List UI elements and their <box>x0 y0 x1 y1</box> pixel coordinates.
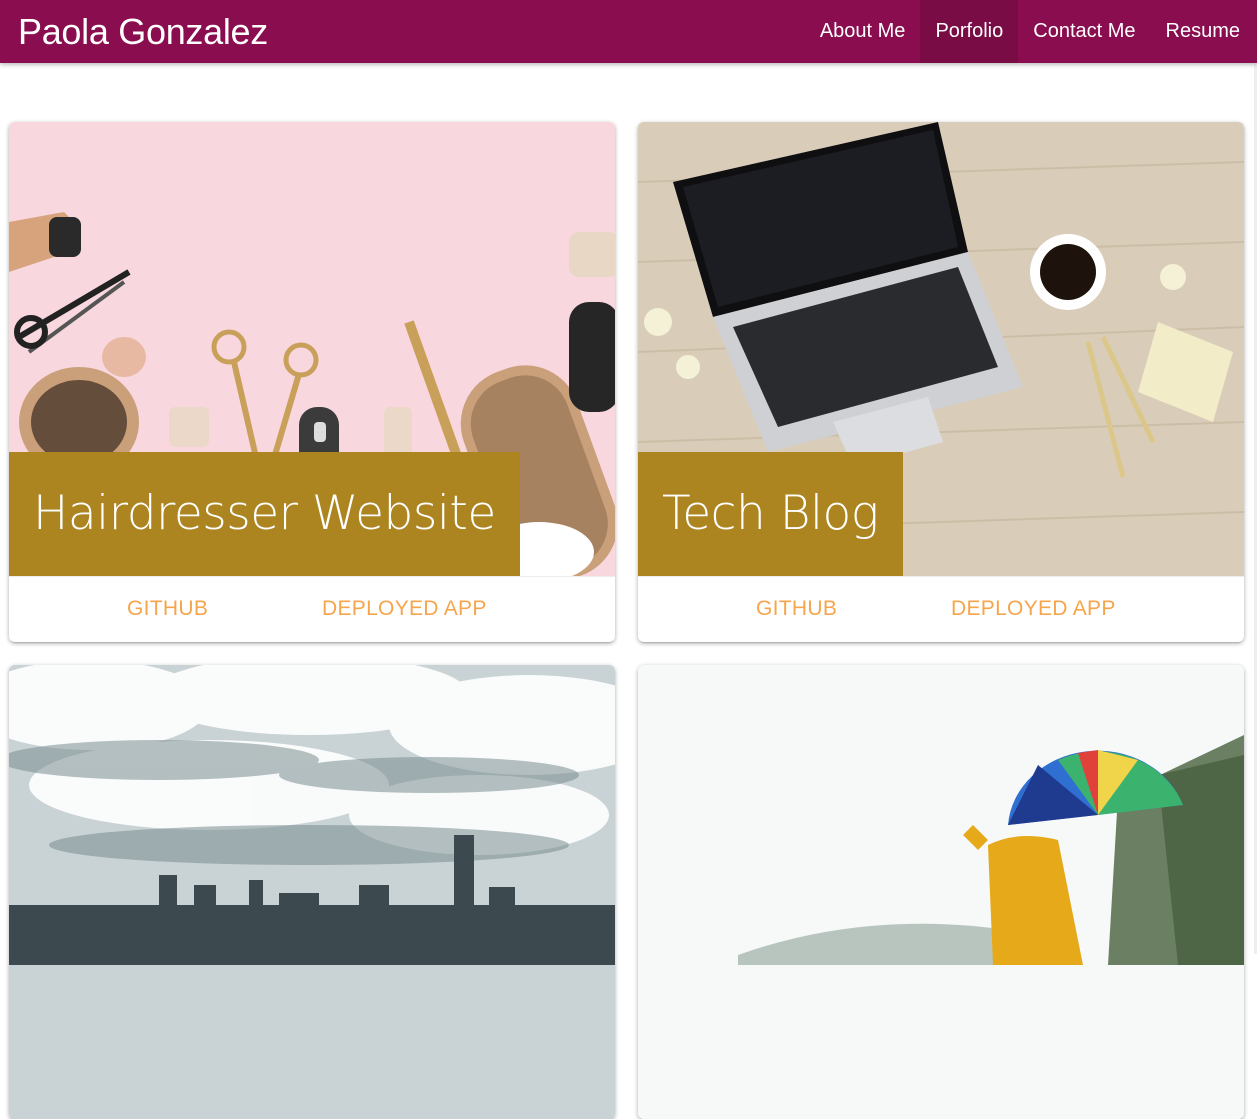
card-actions: GITHUB DEPLOYED APP <box>638 576 1244 642</box>
project-card-hairdresser: Hairdresser Website GITHUB DEPLOYED APP <box>9 122 615 642</box>
top-navbar: Paola Gonzalez About Me Porfolio Contact… <box>0 0 1257 63</box>
deployed-app-link[interactable]: DEPLOYED APP <box>322 597 487 621</box>
brand-name[interactable]: Paola Gonzalez <box>18 10 268 54</box>
nav-link-portfolio[interactable]: Porfolio <box>920 0 1019 63</box>
project-title: Tech Blog <box>638 452 903 576</box>
nav-link-contact-me[interactable]: Contact Me <box>1018 0 1150 63</box>
project-image-hairdresser: Hairdresser Website <box>9 122 615 576</box>
nav-link-resume[interactable]: Resume <box>1151 0 1255 63</box>
nav-link-about-me[interactable]: About Me <box>805 0 921 63</box>
project-image-tech-blog: Tech Blog <box>638 122 1244 576</box>
nav-links: About Me Porfolio Contact Me Resume <box>805 0 1255 63</box>
project-card-umbrella <box>638 665 1244 1119</box>
project-card-city <box>9 665 615 1119</box>
project-image-umbrella <box>638 665 1244 1119</box>
github-link[interactable]: GITHUB <box>127 597 208 621</box>
project-image-city <box>9 665 615 1119</box>
card-actions: GITHUB DEPLOYED APP <box>9 576 615 642</box>
deployed-app-link[interactable]: DEPLOYED APP <box>951 597 1116 621</box>
project-card-tech-blog: Tech Blog GITHUB DEPLOYED APP <box>638 122 1244 642</box>
github-link[interactable]: GITHUB <box>756 597 837 621</box>
project-title: Hairdresser Website <box>9 452 520 576</box>
